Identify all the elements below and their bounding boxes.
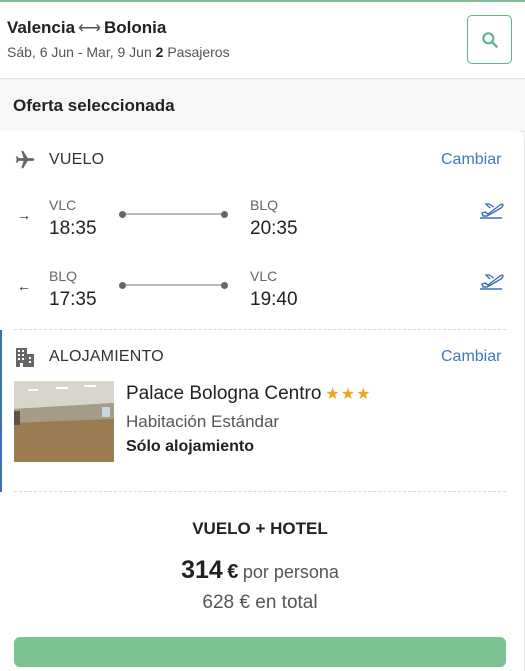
flight-section-title: VUELO <box>49 151 105 168</box>
selected-offer-title: Oferta seleccionada <box>13 96 175 115</box>
return-track <box>124 284 224 286</box>
passenger-count: 2 <box>155 44 164 60</box>
hotel-name[interactable]: Palace Bologna Centro ★★★ <box>126 383 371 405</box>
package-title: VUELO + HOTEL <box>192 519 328 538</box>
outbound-arrival-time: 20:35 <box>250 218 298 239</box>
trip-details: Sáb, 6 Jun - Mar, 9 Jun 2 Pasajeros <box>7 44 230 60</box>
book-button[interactable] <box>14 637 506 667</box>
return-end-dot <box>221 282 228 289</box>
airplane-takeoff-icon <box>480 274 504 290</box>
return-to-code: VLC <box>250 268 278 284</box>
arrow-right-icon: → <box>17 207 31 223</box>
building-icon <box>16 348 34 367</box>
outbound-track <box>124 213 224 215</box>
airplane-icon <box>15 150 35 169</box>
accommodation-accent-bar <box>0 330 2 492</box>
section-divider <box>14 491 506 492</box>
hotel-photo[interactable] <box>14 381 114 462</box>
per-person-label: por persona <box>242 562 339 582</box>
return-departure-time: 17:35 <box>49 289 97 310</box>
total-currency: € <box>239 592 250 613</box>
change-flight-link[interactable]: Cambiar <box>441 151 501 169</box>
arrow-left-icon: ← <box>17 278 31 294</box>
price-per-person: 314 € por persona <box>0 556 520 585</box>
total-price: 628 € en total <box>0 592 520 614</box>
price-per-person-amount: 314 <box>181 556 223 584</box>
outbound-departure-time: 18:35 <box>49 218 97 239</box>
route-title: Valencia ⟷ Bolonia <box>7 18 166 38</box>
total-label: en total <box>255 592 318 613</box>
return-from-code: BLQ <box>49 268 78 284</box>
passenger-label: Pasajeros <box>167 44 230 60</box>
hotel-name-text: Palace Bologna Centro <box>126 383 322 404</box>
section-divider <box>14 329 506 330</box>
outbound-to-code: BLQ <box>250 197 279 213</box>
change-accommodation-link[interactable]: Cambiar <box>441 348 501 366</box>
destination-city: Bolonia <box>104 18 167 37</box>
return-arrival-time: 19:40 <box>250 289 298 310</box>
round-trip-arrow-icon: ⟷ <box>78 20 101 37</box>
room-type: Habitación Estándar <box>126 412 280 431</box>
airplane-takeoff-icon <box>480 203 504 219</box>
hotel-star-rating: ★★★ <box>325 386 372 403</box>
search-button[interactable] <box>467 15 512 64</box>
outbound-end-dot <box>221 211 228 218</box>
trip-dates: Sáb, 6 Jun - Mar, 9 Jun <box>7 44 152 60</box>
return-start-dot <box>119 282 126 289</box>
outbound-start-dot <box>119 211 126 218</box>
price-currency: € <box>227 561 239 583</box>
outbound-from-code: VLC <box>49 197 77 213</box>
search-icon <box>481 31 498 48</box>
accommodation-section-title: ALOJAMIENTO <box>49 348 164 365</box>
origin-city: Valencia <box>7 18 76 37</box>
total-price-amount: 628 <box>202 592 235 613</box>
selected-offer-bar: Oferta seleccionada <box>0 79 525 132</box>
search-summary-header: Valencia ⟷ Bolonia Sáb, 6 Jun - Mar, 9 Jun… <box>0 2 525 79</box>
board-type: Sólo alojamiento <box>126 438 255 455</box>
